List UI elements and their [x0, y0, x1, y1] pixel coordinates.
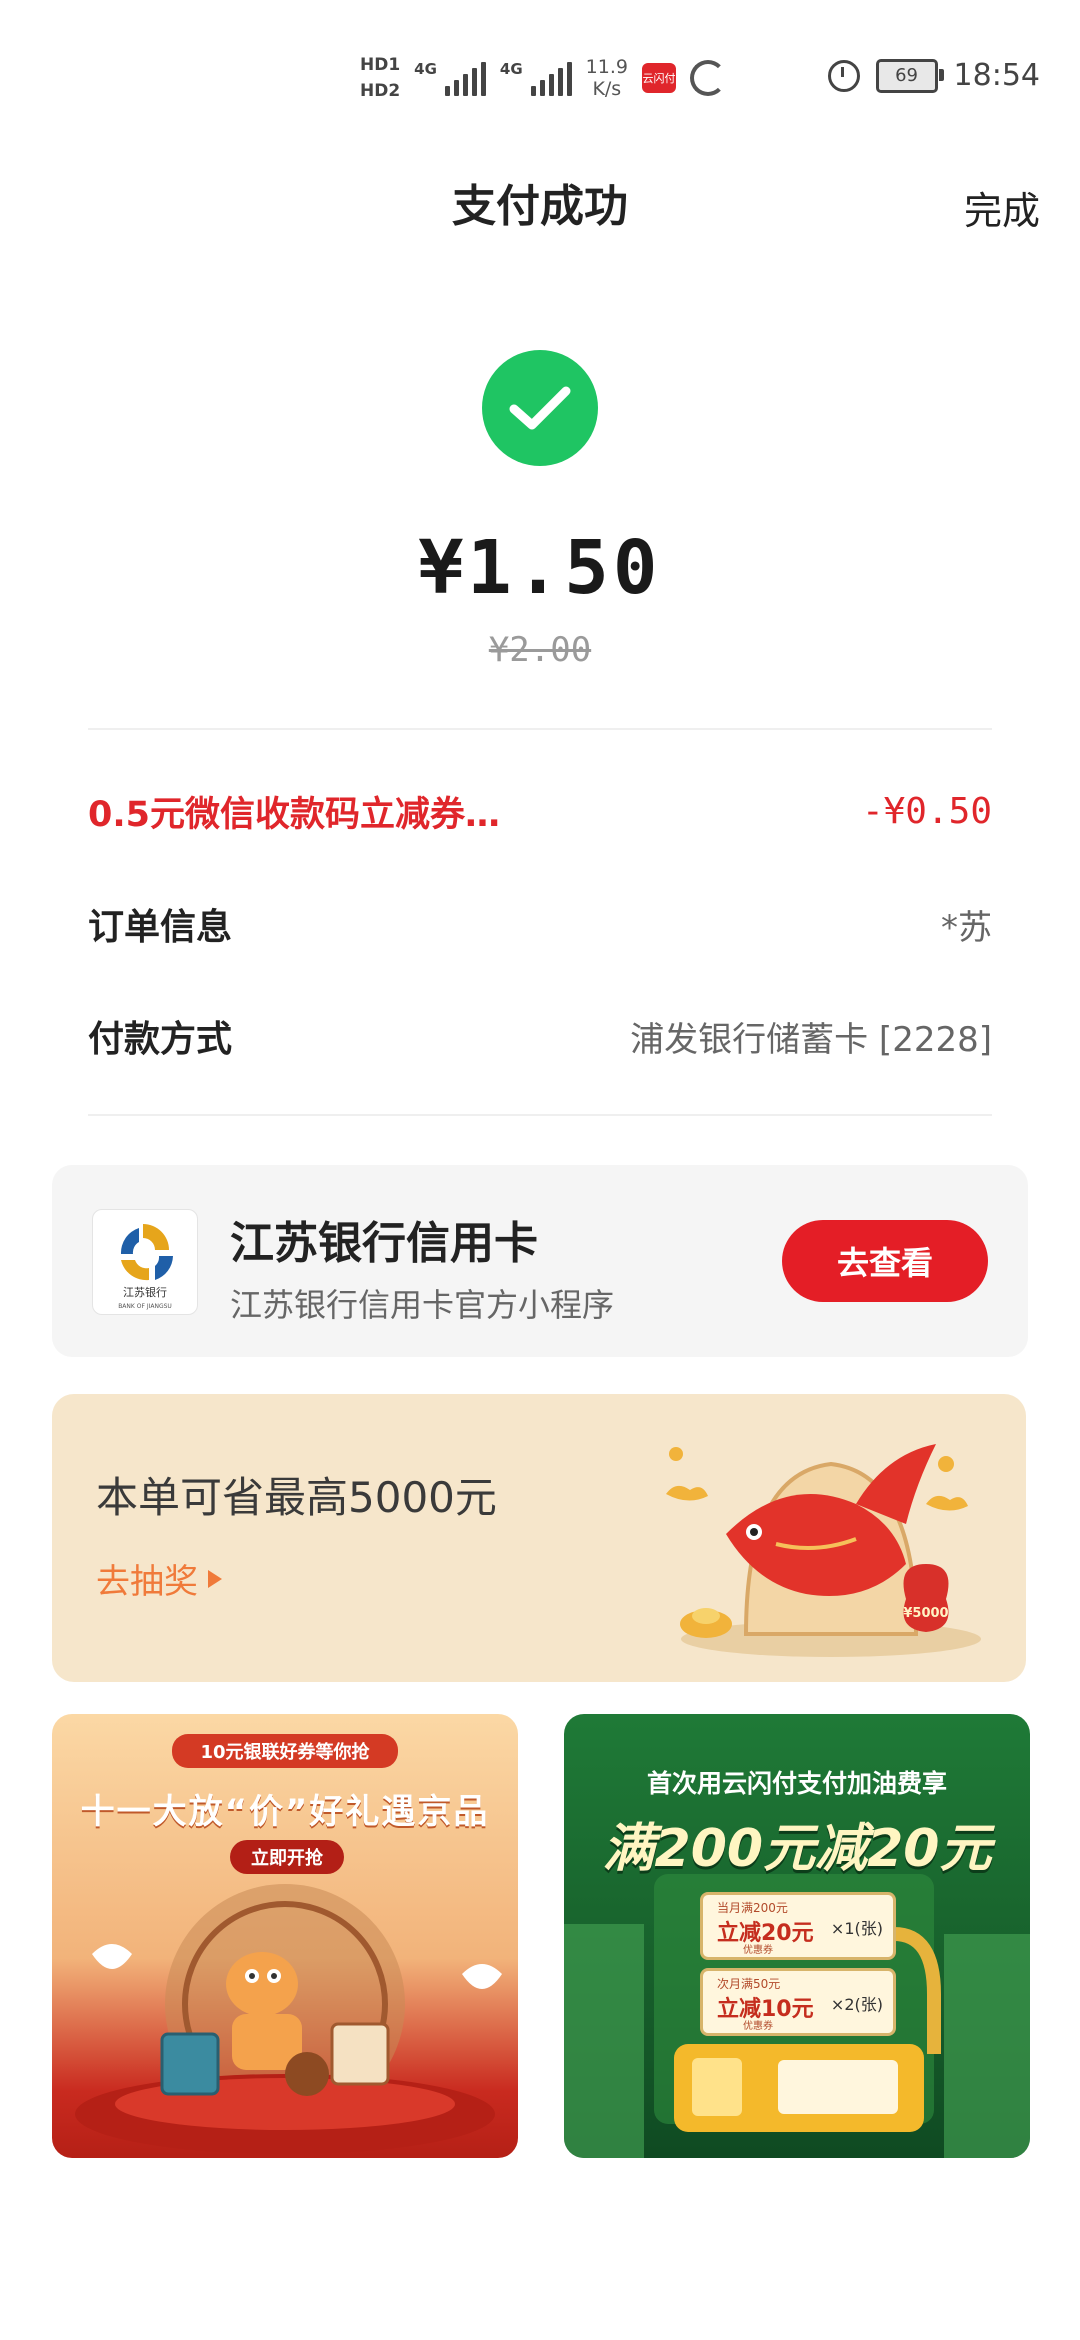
hd2-label: HD2 [360, 81, 401, 101]
lottery-link-label: 去抽奖 [96, 1562, 198, 1602]
mini-program-name: 江苏银行信用卡 [230, 1218, 538, 1269]
hd-indicators: HD1 HD2 [360, 56, 400, 100]
speed-unit: K/s [592, 78, 622, 100]
net1-label: 4G [414, 60, 437, 78]
coupon-card: 当月满200元 立减20元 优惠券 ×1(张) [700, 1892, 896, 1960]
done-button[interactable]: 完成 [964, 180, 1040, 235]
net-speed: 11.9 K/s [586, 56, 628, 100]
discount-row[interactable]: 0.5元微信收款码立减券… -¥0.50 [88, 786, 992, 837]
coupon-condition: 当月满200元 [717, 1901, 788, 1915]
net2-label: 4G [499, 60, 523, 78]
clock: 18:54 [953, 58, 1040, 93]
speed-value: 11.9 [585, 56, 628, 78]
page-title: 支付成功 [452, 181, 628, 232]
order-info-value: *苏 [941, 907, 992, 948]
lottery-link[interactable]: 去抽奖 [96, 1554, 222, 1603]
battery-icon: 69 [875, 58, 944, 93]
coupon-type: 优惠券 [743, 1945, 773, 1956]
mini-program-card[interactable]: 江苏银行 BANK OF JIANGSU 江苏银行信用卡 江苏银行信用卡官方小程… [52, 1165, 1028, 1357]
alarm-icon [827, 59, 860, 92]
discount-label: 0.5元微信收款码立减券… [88, 795, 501, 835]
status-right: 69 18:54 [827, 58, 1040, 93]
order-info-label: 订单信息 [88, 907, 233, 948]
promo-fuel-discount[interactable]: 首次用云闪付支付加油费享 满200元减20元 当月满200元 立减20元 优惠券… [564, 1714, 1030, 2158]
loading-ring-icon [689, 60, 726, 96]
signal-2-icon: 4G [500, 60, 572, 96]
status-left: HD1 HD2 4G 4G 11.9 K/s 云闪付 [360, 48, 726, 108]
bag-label: ¥5000 [903, 1606, 948, 1621]
payment-method-label: 付款方式 [88, 1019, 233, 1060]
bank-logo-text: 江苏银行 [123, 1285, 167, 1299]
order-info-row[interactable]: 订单信息 *苏 [88, 898, 992, 950]
signal-1-icon: 4G [414, 60, 486, 96]
lottery-title: 本单可省最高5000元 [96, 1473, 497, 1522]
original-amount: ¥2.00 [488, 630, 592, 670]
bank-logo-subtext: BANK OF JIANGSU [118, 1303, 172, 1310]
coupon-type: 优惠券 [743, 2021, 773, 2032]
coupon-count: ×1(张) [830, 1919, 883, 1938]
payment-method-row: 付款方式 浦发银行储蓄卡 [2228] [88, 1010, 992, 1062]
success-check-icon [482, 350, 598, 466]
play-arrow-icon [208, 1569, 222, 1588]
bank-logo: 江苏银行 BANK OF JIANGSU [92, 1209, 198, 1315]
coupon-card: 次月满50元 立减10元 优惠券 ×2(张) [700, 1968, 896, 2036]
mini-program-description: 江苏银行信用卡官方小程序 [230, 1286, 615, 1324]
divider-top [88, 728, 992, 730]
koi-fish-illustration: ¥5000 [666, 1444, 981, 1657]
promo-right-subtitle: 首次用云闪付支付加油费享 [646, 1769, 947, 1798]
promo-right-title: 满200元减20元 [602, 1819, 992, 1879]
lottery-banner[interactable]: 本单可省最高5000元 去抽奖 ¥5000 [52, 1394, 1026, 1682]
app-notification-icon: 云闪付 [641, 63, 676, 93]
mascot-illustration [75, 1884, 502, 2154]
view-button[interactable]: 去查看 [782, 1220, 988, 1302]
promo-jd-gift[interactable]: 10元银联好券等你抢 十一大放“价”好礼遇京品 立即开抢 [52, 1714, 518, 2158]
discount-value: -¥0.50 [861, 791, 992, 832]
status-bar: HD1 HD2 4G 4G 11.9 K/s 云闪付 69 18:54 [0, 0, 1080, 140]
paid-amount: ¥1.50 [418, 525, 662, 611]
divider-bottom [88, 1114, 992, 1116]
payment-method-value: 浦发银行储蓄卡 [2228] [630, 1019, 992, 1060]
coupon-condition: 次月满50元 [717, 1977, 781, 1991]
coupon-count: ×2(张) [830, 1995, 883, 2014]
hd1-label: HD1 [360, 55, 401, 75]
